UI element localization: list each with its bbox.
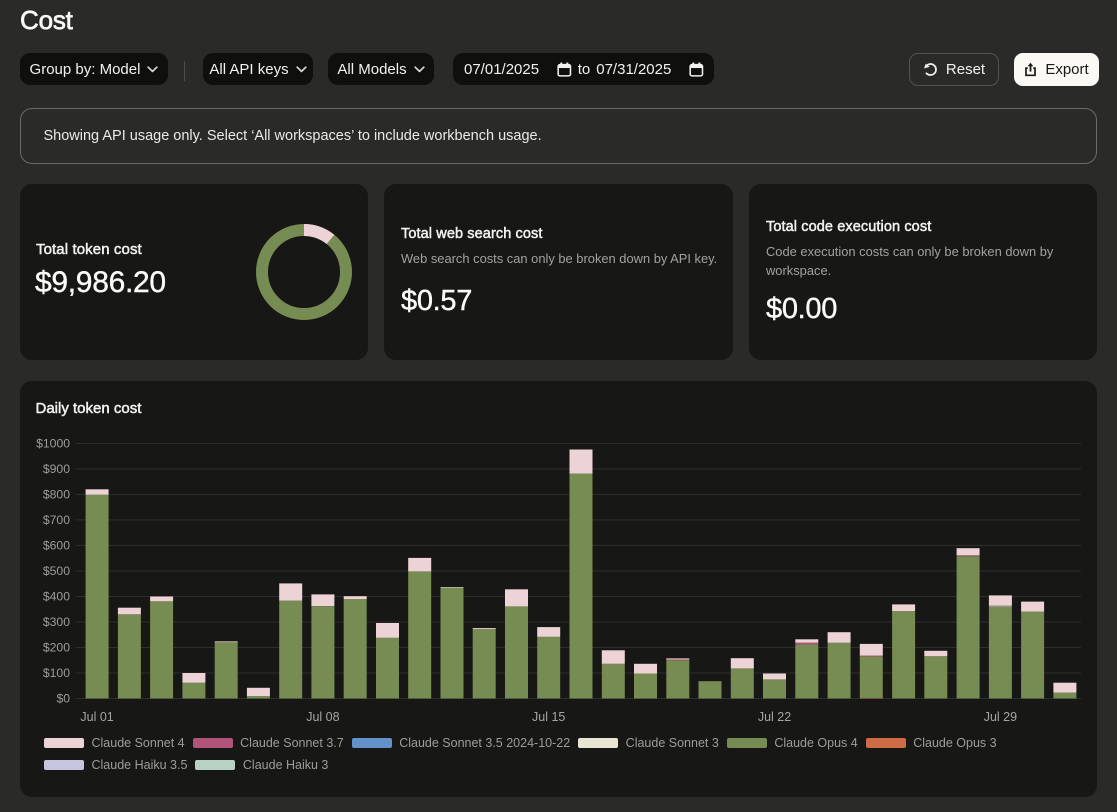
svg-text:$700: $700 [43, 513, 70, 527]
svg-text:$0: $0 [56, 692, 70, 706]
svg-text:Jul 08: Jul 08 [306, 710, 339, 724]
svg-text:$100: $100 [43, 666, 70, 680]
svg-text:$1000: $1000 [36, 437, 70, 451]
svg-text:Jul 15: Jul 15 [532, 710, 565, 724]
svg-text:$600: $600 [43, 539, 70, 553]
svg-text:Jul 22: Jul 22 [758, 710, 791, 724]
svg-text:Jul 01: Jul 01 [80, 710, 113, 724]
svg-text:Jul 29: Jul 29 [984, 710, 1017, 724]
svg-text:$400: $400 [43, 590, 70, 604]
svg-text:$300: $300 [43, 615, 70, 629]
svg-text:$800: $800 [43, 488, 70, 502]
svg-text:$500: $500 [43, 564, 70, 578]
svg-text:$200: $200 [43, 641, 70, 655]
svg-text:$900: $900 [43, 462, 70, 476]
